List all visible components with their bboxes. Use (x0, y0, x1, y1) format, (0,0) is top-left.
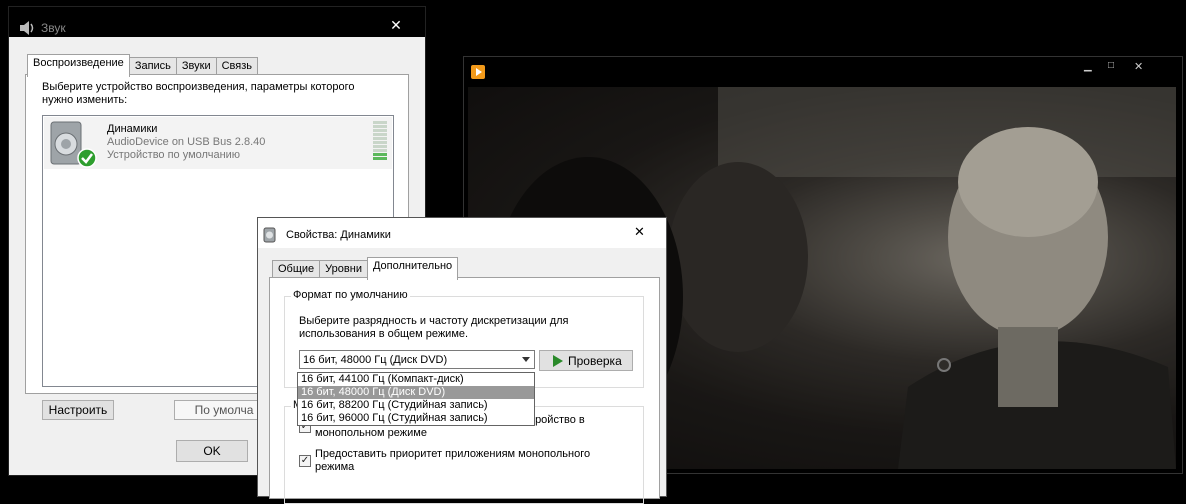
default-format-description: Выберите разрядность и частоту дискретиз… (299, 315, 569, 340)
speaker-properties-dialog: Свойства: Динамики ✕ Общие Уровни Дополн… (257, 217, 667, 504)
format-select[interactable]: 16 бит, 48000 Гц (Диск DVD) (299, 350, 535, 369)
video-close-icon[interactable]: ✕ (1134, 60, 1143, 73)
video-player-title-bar[interactable]: ▁ □ ✕ (464, 57, 1182, 87)
device-item-speakers[interactable]: Динамики AudioDevice on USB Bus 2.8.40 У… (44, 117, 392, 169)
configure-button[interactable]: Настроить (42, 400, 114, 420)
properties-title: Свойства: Динамики (286, 229, 391, 241)
priority-exclusive-checkbox[interactable]: ✓ (299, 455, 311, 467)
sound-title: Звук (41, 21, 66, 35)
properties-close-button[interactable]: ✕ (634, 224, 645, 240)
format-dropdown-list: 16 бит, 44100 Гц (Компакт-диск) 16 бит, … (297, 372, 535, 426)
device-status: Устройство по умолчанию (107, 149, 241, 161)
format-option-48000[interactable]: 16 бит, 48000 Гц (Диск DVD) (298, 386, 534, 399)
speaker-icon (20, 21, 34, 35)
minimize-icon[interactable]: ▁ (1084, 61, 1092, 72)
speaker-device-icon (50, 121, 97, 168)
tab-playback[interactable]: Воспроизведение (27, 54, 130, 77)
tab-advanced[interactable]: Дополнительно (366, 257, 459, 280)
properties-title-bar[interactable]: Свойства: Динамики ✕ (258, 218, 666, 248)
format-option-96000[interactable]: 16 бит, 96000 Гц (Студийная запись) (298, 412, 534, 425)
format-select-value: 16 бит, 48000 Гц (Диск DVD) (303, 354, 448, 366)
device-name: Динамики (107, 123, 158, 135)
chevron-down-icon (522, 357, 530, 362)
test-button[interactable]: Проверка (539, 350, 633, 371)
sound-title-bar[interactable]: Звук ✕ (9, 7, 425, 37)
player-logo-icon (471, 65, 485, 79)
sound-close-button[interactable]: ✕ (373, 15, 419, 35)
test-button-label: Проверка (568, 354, 622, 368)
volume-level-meter (373, 121, 387, 165)
speaker-small-icon (263, 227, 276, 243)
priority-exclusive-label: Предоставить приоритет приложениям моноп… (315, 448, 591, 473)
play-icon (553, 355, 563, 367)
format-option-44100[interactable]: 16 бит, 44100 Гц (Компакт-диск) (298, 373, 534, 386)
maximize-icon[interactable]: □ (1108, 60, 1114, 71)
ok-button[interactable]: OK (176, 440, 248, 462)
default-format-title: Формат по умолчанию (291, 289, 410, 301)
playback-instruction: Выберите устройство воспроизведения, пар… (42, 81, 355, 106)
device-description: AudioDevice on USB Bus 2.8.40 (107, 136, 266, 148)
format-option-88200[interactable]: 16 бит, 88200 Гц (Студийная запись) (298, 399, 534, 412)
